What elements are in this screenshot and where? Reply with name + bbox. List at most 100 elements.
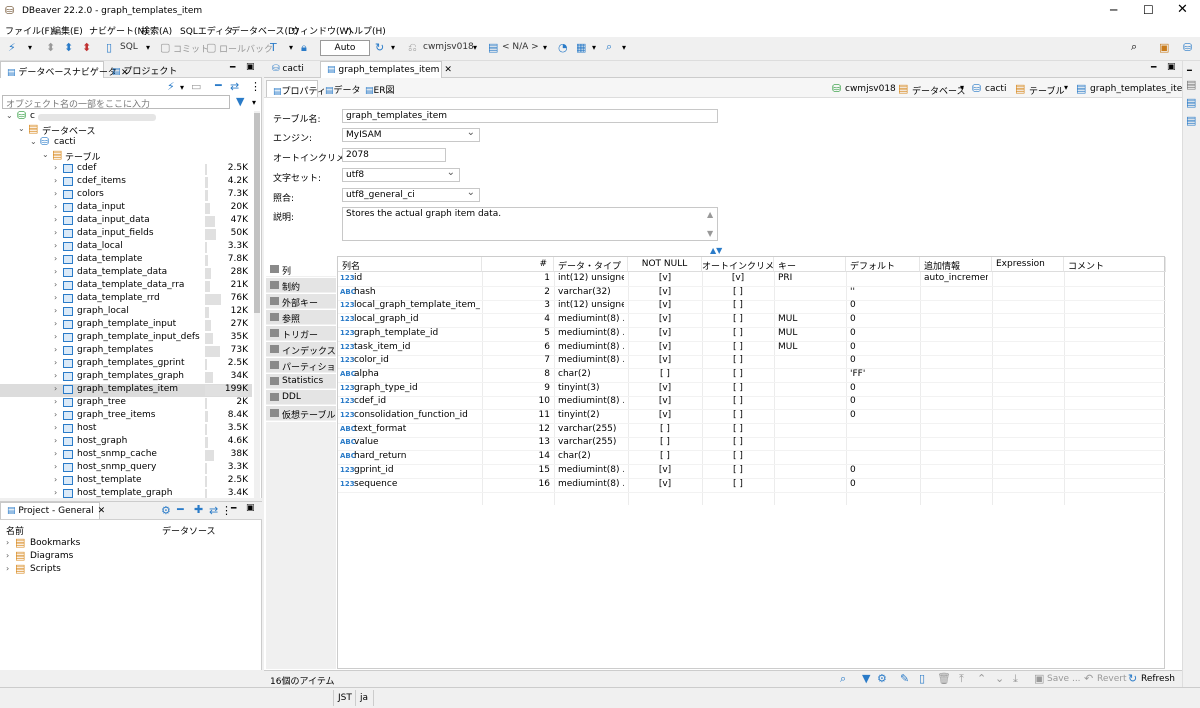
tree-table-item[interactable]: › graph_templates_item 199K (0, 384, 252, 397)
expand-arrow-icon[interactable]: › (6, 551, 9, 560)
outline-icon[interactable]: ▤ (1186, 79, 1196, 91)
table-cell[interactable]: graph_type_id (354, 383, 480, 396)
settings-icon[interactable]: ⚙ (161, 505, 171, 517)
side-tab-3[interactable]: 参照 (266, 310, 336, 325)
maximize-editor-icon[interactable]: ▣ (1167, 62, 1176, 72)
column-header[interactable]: データ・タイプ (554, 257, 628, 272)
table-cell[interactable]: 15 (486, 465, 550, 478)
dropdown-arrow-icon[interactable]: ▾ (592, 42, 596, 54)
save-icon[interactable]: ▣ (1034, 673, 1044, 685)
table-cell[interactable]: int(12) unsigned (558, 300, 624, 313)
edit-icon[interactable]: ✎ (900, 673, 909, 685)
expand-arrow-icon[interactable]: › (54, 371, 57, 380)
view-menu-icon[interactable]: ⋮ (250, 81, 261, 93)
tree-table-item[interactable]: › colors 7.3K (0, 189, 252, 202)
table-cell[interactable] (778, 437, 842, 450)
table-cell[interactable]: [ ] (706, 300, 770, 313)
column-header[interactable]: コメント (1064, 257, 1166, 272)
side-tab-7[interactable]: Statistics (266, 374, 336, 389)
table-cell[interactable]: 16 (486, 479, 550, 492)
minimize-stack-icon[interactable]: ━ (1187, 65, 1192, 77)
auto-increment-field[interactable]: 2078 (342, 148, 446, 162)
table-cell[interactable] (778, 287, 842, 300)
search-icon[interactable]: ⌕ (840, 673, 846, 685)
table-cell[interactable] (778, 424, 842, 437)
column-header[interactable]: # (482, 257, 554, 272)
table-cell[interactable] (778, 300, 842, 313)
table-cell[interactable]: gprint_id (354, 465, 480, 478)
table-cell[interactable]: task_item_id (354, 342, 480, 355)
table-cell[interactable]: 0 (850, 300, 916, 313)
table-cell[interactable] (924, 479, 988, 492)
revert-button[interactable]: Revert (1097, 674, 1126, 684)
expand-arrow-icon[interactable]: › (54, 384, 57, 393)
table-cell[interactable]: 0 (850, 479, 916, 492)
tree-table-item[interactable]: › graph_local 12K (0, 306, 252, 319)
column-header[interactable]: キー (774, 257, 846, 272)
tab-project[interactable]: ▤ プロジェクト (106, 61, 177, 78)
table-cell[interactable]: [v] (632, 328, 698, 341)
expand-arrow-icon[interactable]: ⌄ (30, 137, 37, 146)
table-cell[interactable] (924, 355, 988, 368)
table-cell[interactable] (924, 328, 988, 341)
minimize-panel-icon[interactable]: ━ (231, 504, 236, 514)
minimize-panel-icon[interactable]: ━ (230, 63, 235, 73)
tree-table-item[interactable]: › data_template_data 28K (0, 267, 252, 280)
active-connection[interactable]: cwmjsv018 (423, 42, 474, 52)
column-header[interactable]: 列名 (338, 257, 482, 272)
new-connection-icon[interactable]: ⚡ (167, 81, 175, 93)
table-cell[interactable] (924, 465, 988, 478)
expand-arrow-icon[interactable]: › (54, 267, 57, 276)
tree-table-item[interactable]: › graph_tree 2K (0, 397, 252, 410)
table-cell[interactable]: 4 (486, 314, 550, 327)
table-cell[interactable]: [ ] (632, 369, 698, 382)
table-cell[interactable]: [ ] (706, 369, 770, 382)
expand-arrow-icon[interactable]: › (54, 319, 57, 328)
table-cell[interactable]: [v] (632, 410, 698, 423)
dropdown-arrow-icon[interactable]: ▾ (391, 42, 395, 54)
table-cell[interactable]: graph_template_id (354, 328, 480, 341)
expand-arrow-icon[interactable]: › (54, 280, 57, 289)
tree-table-item[interactable]: › graph_templates_gprint 2.5K (0, 358, 252, 371)
table-cell[interactable]: 3 (486, 300, 550, 313)
add-row-icon[interactable]: ▯ (919, 673, 925, 685)
table-cell[interactable]: 2 (486, 287, 550, 300)
table-cell[interactable]: 0 (850, 383, 916, 396)
menu-window[interactable]: ウィンドウ(W) (291, 24, 352, 37)
table-cell[interactable]: 0 (850, 465, 916, 478)
perspective-icon[interactable]: ▣ (1159, 42, 1169, 54)
close-icon[interactable]: ✕ (98, 506, 106, 516)
table-cell[interactable]: [ ] (706, 383, 770, 396)
expand-arrow-icon[interactable]: › (54, 358, 57, 367)
side-tab-0[interactable]: 列 (266, 262, 336, 277)
table-cell[interactable]: [v] (632, 287, 698, 300)
dashboard-icon[interactable]: ◔ (558, 42, 568, 54)
table-cell[interactable]: [v] (632, 465, 698, 478)
tree-table-item[interactable]: › graph_template_input 27K (0, 319, 252, 332)
tree-table-item[interactable]: › data_input_data 47K (0, 215, 252, 228)
settings-icon[interactable]: ⚙ (877, 673, 887, 685)
column-header[interactable]: オートインクリメント (702, 257, 774, 272)
collapse-all-icon[interactable]: ━ (215, 80, 222, 92)
table-cell[interactable]: [v] (632, 355, 698, 368)
scroll-down-icon[interactable]: ▼ (707, 229, 713, 238)
tab-graph-templates-item[interactable]: ▤ graph_templates_item ✕ (320, 61, 452, 78)
table-cell[interactable]: [ ] (706, 437, 770, 450)
table-cell[interactable]: [ ] (706, 424, 770, 437)
tree-table-item[interactable]: › host_template_graph 3.4K (0, 488, 252, 498)
schema-icon[interactable]: ▤ (488, 42, 498, 54)
tree-table-item[interactable]: › data_local 3.3K (0, 241, 252, 254)
expand-arrow-icon[interactable]: › (54, 215, 57, 224)
table-cell[interactable]: [ ] (632, 424, 698, 437)
minimize-editor-icon[interactable]: ━ (1151, 63, 1156, 73)
search-icon[interactable]: ⌕ (606, 41, 612, 53)
expand-arrow-icon[interactable]: › (6, 564, 9, 573)
table-cell[interactable]: mediumint(8) ... (558, 396, 624, 409)
link-editor-icon[interactable]: ⇄ (209, 505, 218, 517)
table-cell[interactable]: varchar(255) (558, 424, 624, 437)
table-cell[interactable]: [v] (632, 383, 698, 396)
collapse-all-icon[interactable]: ━ (177, 504, 184, 516)
menu-file[interactable]: ファイル(F) (5, 24, 53, 37)
table-cell[interactable]: 0 (850, 355, 916, 368)
sql-editor-icon[interactable]: ▯ (106, 42, 112, 54)
